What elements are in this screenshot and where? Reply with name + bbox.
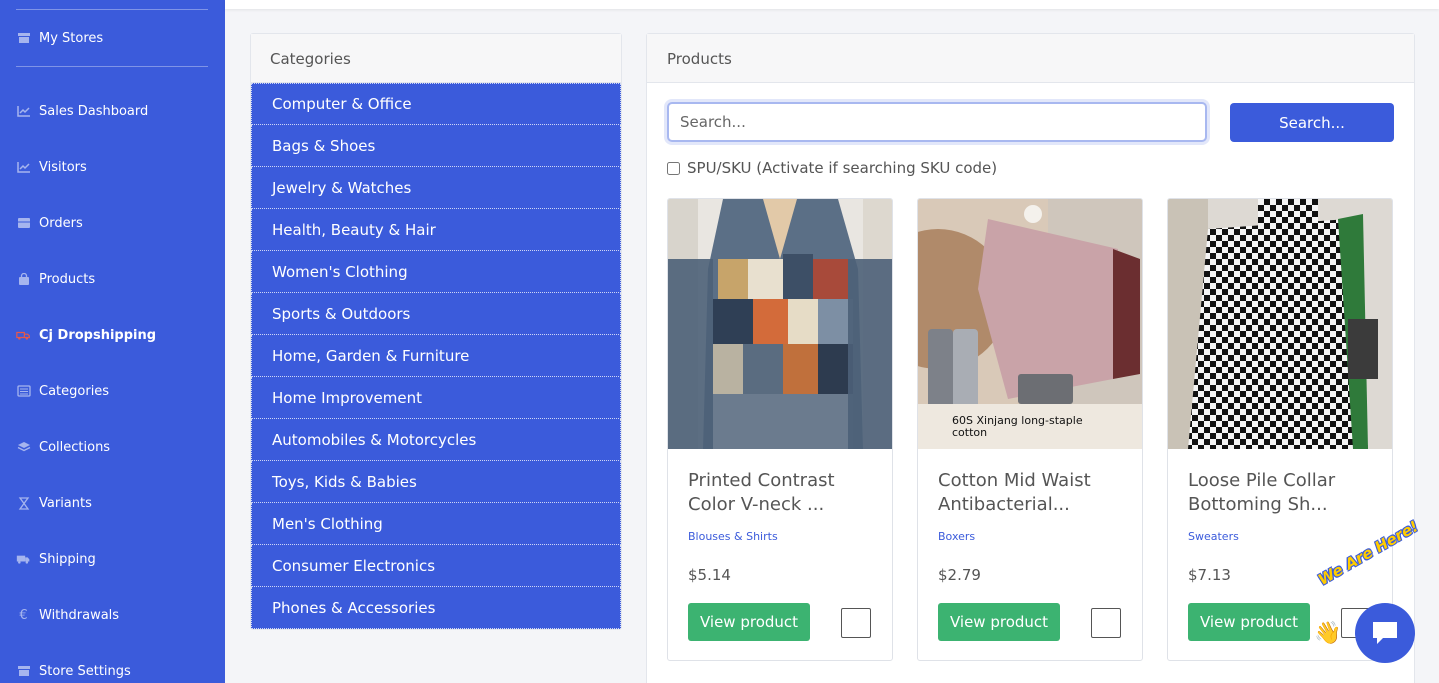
product-select-checkbox[interactable] [841,608,871,638]
product-select-checkbox[interactable] [1091,608,1121,638]
line-chart-icon [16,104,31,118]
line-chart-icon [16,160,31,174]
category-list: Computer & Office Bags & Shoes Jewelry &… [251,83,621,629]
search-button[interactable]: Search... [1230,103,1394,142]
categories-panel-title: Categories [251,34,621,83]
sidebar-item-label: Products [39,271,96,287]
view-product-button[interactable]: View product [688,603,810,641]
product-image[interactable] [668,199,892,449]
sidebar-item-categories[interactable]: Categories [16,381,109,401]
chat-bubble-icon [1373,622,1397,644]
top-bar [225,0,1439,9]
sku-label: SPU/SKU (Activate if searching SKU code) [687,159,998,177]
box-icon [16,216,31,230]
list-icon [16,384,31,398]
search-input[interactable] [667,102,1207,142]
products-panel-title: Products [647,34,1414,83]
sidebar-item-label: Cj Dropshipping [39,327,157,343]
sidebar-item-visitors[interactable]: Visitors [16,157,87,177]
store-icon [16,31,31,45]
view-product-button[interactable]: View product [938,603,1060,641]
sku-toggle[interactable]: SPU/SKU (Activate if searching SKU code) [667,159,997,177]
category-item[interactable]: Health, Beauty & Hair [251,209,621,251]
product-price: $7.13 [1188,566,1231,584]
shipping-icon [16,552,31,566]
hourglass-icon [16,496,31,510]
sidebar-item-sales-dashboard[interactable]: Sales Dashboard [16,101,148,121]
product-image[interactable]: 60S Xinjang long-staple cotton [918,199,1142,449]
product-price: $5.14 [688,566,731,584]
category-item[interactable]: Home, Garden & Furniture [251,335,621,377]
layers-icon [16,440,31,454]
sidebar-item-label: Shipping [39,551,96,567]
sidebar-item-label: Categories [39,383,110,399]
sidebar-item-variants[interactable]: Variants [16,493,92,513]
sidebar-item-cj-dropshipping[interactable]: Cj Dropshipping [16,325,156,345]
sidebar-item-products[interactable]: Products [16,269,95,289]
category-item[interactable]: Women's Clothing [251,251,621,293]
category-item[interactable]: Computer & Office [251,83,621,125]
category-item[interactable]: Phones & Accessories [251,587,621,629]
products-panel: Products Search... SPU/SKU (Activate if … [646,33,1415,683]
product-image[interactable] [1168,199,1392,449]
sidebar-item-label: Visitors [39,159,87,175]
store-icon [16,664,31,678]
category-item[interactable]: Automobiles & Motorcycles [251,419,621,461]
sidebar-divider [16,9,208,10]
category-item[interactable]: Toys, Kids & Babies [251,461,621,503]
sidebar-divider [16,66,208,67]
waving-hand-icon: 👋 [1314,621,1342,646]
sidebar-item-collections[interactable]: Collections [16,437,110,457]
truck-icon [16,328,31,342]
product-image-caption: 60S Xinjang long-staple cotton [952,414,1083,439]
product-title[interactable]: Printed Contrast Color V-neck ... [688,469,878,517]
category-item[interactable]: Sports & Outdoors [251,293,621,335]
product-card: 60S Xinjang long-staple cotton Cotton Mi… [917,198,1143,661]
categories-panel: Categories Computer & Office Bags & Shoe… [250,33,622,630]
product-title[interactable]: Loose Pile Collar Bottoming Sh... [1188,469,1378,517]
chat-widget: We Are Here! 👋 [1312,517,1439,665]
sidebar-item-label: Orders [39,215,83,231]
product-price: $2.79 [938,566,981,584]
view-product-button[interactable]: View product [1188,603,1310,641]
sidebar-item-label: Withdrawals [39,607,120,623]
sidebar-item-label: Variants [39,495,92,511]
product-category-link[interactable]: Sweaters [1188,530,1239,543]
sidebar-item-shipping[interactable]: Shipping [16,549,96,569]
sku-checkbox[interactable] [667,161,680,175]
chat-button[interactable] [1355,603,1415,663]
product-title[interactable]: Cotton Mid Waist Antibacterial... [938,469,1128,517]
sidebar-item-label: My Stores [39,30,104,46]
category-item[interactable]: Men's Clothing [251,503,621,545]
sidebar-item-orders[interactable]: Orders [16,213,83,233]
sidebar: My Stores Sales Dashboard Visitors Order… [0,0,225,683]
category-item[interactable]: Bags & Shoes [251,125,621,167]
euro-icon: € [19,607,28,623]
sidebar-item-withdrawals[interactable]: € Withdrawals [16,605,119,625]
product-card: Printed Contrast Color V-neck ... Blouse… [667,198,893,661]
sidebar-item-label: Store Settings [39,663,131,679]
category-item[interactable]: Jewelry & Watches [251,167,621,209]
category-item[interactable]: Home Improvement [251,377,621,419]
sidebar-item-my-stores[interactable]: My Stores [16,28,103,48]
shopping-bag-icon [16,272,31,286]
category-item[interactable]: Consumer Electronics [251,545,621,587]
sidebar-item-label: Collections [39,439,111,455]
product-category-link[interactable]: Boxers [938,530,975,543]
sidebar-item-store-settings[interactable]: Store Settings [16,661,131,681]
product-category-link[interactable]: Blouses & Shirts [688,530,778,543]
sidebar-item-label: Sales Dashboard [39,103,149,119]
